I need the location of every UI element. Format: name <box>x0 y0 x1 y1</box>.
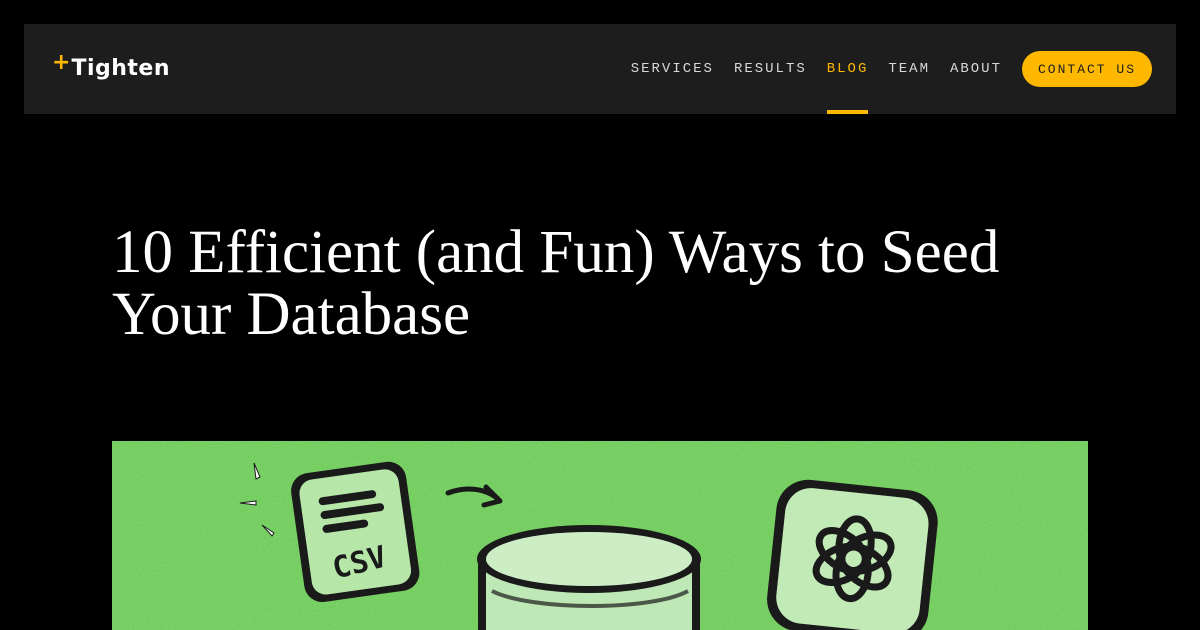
hero-illustration-art: CSV <box>112 441 1088 630</box>
logo-plus-icon: + <box>52 50 71 75</box>
nav-item-results[interactable]: RESULTS <box>734 24 807 114</box>
contact-us-button[interactable]: CONTACT US <box>1021 51 1152 87</box>
nav-item-about[interactable]: ABOUT <box>950 24 1002 114</box>
logo[interactable]: + Tighten <box>52 50 170 86</box>
logo-text: Tighten <box>71 56 170 81</box>
nav-item-services[interactable]: SERVICES <box>631 24 714 114</box>
nav-item-blog[interactable]: BLOG <box>826 24 869 114</box>
openai-logo-icon <box>767 479 938 630</box>
csv-file-icon: CSV <box>291 461 420 603</box>
database-icon <box>477 525 701 630</box>
nav-item-team[interactable]: TEAM <box>888 24 930 114</box>
navbar: + Tighten SERVICES RESULTS BLOG TEAM ABO… <box>24 24 1176 114</box>
hero-illustration: CSV <box>112 441 1088 630</box>
article-title: 10 Efficient (and Fun) Ways to Seed Your… <box>112 219 1000 348</box>
main-nav: SERVICES RESULTS BLOG TEAM ABOUT CONTACT… <box>631 24 1176 114</box>
